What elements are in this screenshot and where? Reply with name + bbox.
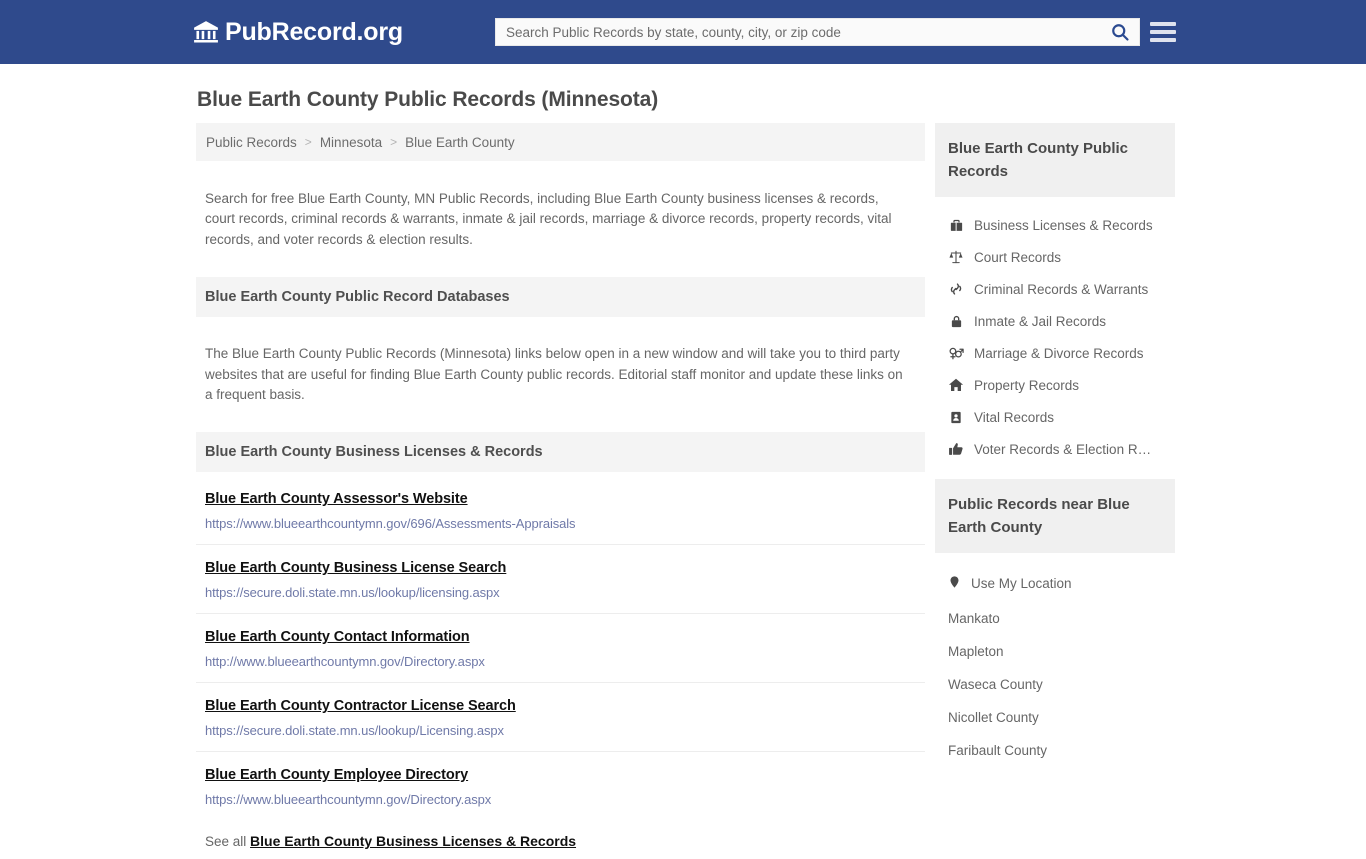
hamburger-bar — [1150, 22, 1176, 26]
list-item: Blue Earth County Employee Directory htt… — [196, 752, 925, 820]
record-link-url: https://www.blueearthcountymn.gov/Direct… — [205, 792, 492, 807]
sidebar-item-label: Vital Records — [974, 409, 1055, 425]
thumbs-up-icon — [948, 441, 964, 457]
sidebar-item-label: Business Licenses & Records — [974, 217, 1153, 233]
breadcrumb-item-blue-earth-county[interactable]: Blue Earth County — [405, 135, 515, 150]
breadcrumb: Public Records > Minnesota > Blue Earth … — [196, 123, 925, 161]
site-header: PubRecord.org — [0, 0, 1366, 64]
record-link-title[interactable]: Blue Earth County Assessor's Website — [205, 491, 468, 507]
use-my-location-label: Use My Location — [971, 576, 1072, 591]
sidebar-item-label: Marriage & Divorce Records — [974, 345, 1144, 361]
sidebar-near-box: Public Records near Blue Earth County Us… — [935, 479, 1175, 767]
sidebar-records-list: Business Licenses & Records Court Record… — [935, 197, 1175, 469]
record-link-url: https://secure.doli.state.mn.us/lookup/L… — [205, 723, 504, 738]
hamburger-menu-icon[interactable] — [1150, 19, 1176, 45]
bank-building-icon — [193, 19, 219, 45]
record-link-url: http://www.blueearthcountymn.gov/Directo… — [205, 654, 485, 669]
section-heading-business-licenses: Blue Earth County Business Licenses & Re… — [196, 432, 925, 472]
handcuffs-icon — [948, 281, 964, 297]
list-item: Blue Earth County Assessor's Website htt… — [196, 472, 925, 545]
record-link-title[interactable]: Blue Earth County Business License Searc… — [205, 560, 506, 576]
sidebar-item-label: Inmate & Jail Records — [974, 313, 1107, 329]
home-icon — [948, 377, 964, 393]
sidebar-item-inmate-jail-records[interactable]: Inmate & Jail Records — [935, 305, 1175, 337]
sidebar-near-list: Use My Location Mankato Mapleton Waseca … — [935, 553, 1175, 767]
see-all-row: See all Blue Earth County Business Licen… — [196, 820, 925, 859]
record-link-title[interactable]: Blue Earth County Contact Information — [205, 629, 470, 645]
list-item: Blue Earth County Contractor License Sea… — [196, 683, 925, 752]
breadcrumb-item-public-records[interactable]: Public Records — [206, 135, 297, 150]
sidebar-near-item-nicollet-county[interactable]: Nicollet County — [935, 701, 1175, 734]
use-my-location-button[interactable]: Use My Location — [935, 565, 1175, 602]
see-all-business-licenses-link[interactable]: Blue Earth County Business Licenses & Re… — [250, 833, 576, 849]
hamburger-bar — [1150, 30, 1176, 34]
site-search[interactable] — [495, 18, 1140, 46]
sidebar-item-label: Voter Records & Election R… — [974, 441, 1152, 457]
list-item: Blue Earth County Business License Searc… — [196, 545, 925, 614]
breadcrumb-item-minnesota[interactable]: Minnesota — [320, 135, 382, 150]
sidebar-item-court-records[interactable]: Court Records — [935, 241, 1175, 273]
sidebar-near-heading: Public Records near Blue Earth County — [935, 479, 1175, 553]
databases-paragraph: The Blue Earth County Public Records (Mi… — [205, 346, 903, 402]
sidebar-item-voter-records[interactable]: Voter Records & Election R… — [935, 433, 1175, 465]
site-logo-link[interactable]: PubRecord.org — [193, 19, 403, 45]
search-submit-button[interactable] — [1101, 19, 1139, 45]
sidebar-item-property-records[interactable]: Property Records — [935, 369, 1175, 401]
hamburger-bar — [1150, 38, 1176, 42]
record-link-title[interactable]: Blue Earth County Contractor License Sea… — [205, 698, 516, 714]
sidebar-records-heading: Blue Earth County Public Records — [935, 123, 1175, 197]
sidebar-near-item-faribault-county[interactable]: Faribault County — [935, 734, 1175, 767]
see-all-prefix: See all — [205, 834, 247, 849]
sidebar-near-item-waseca-county[interactable]: Waseca County — [935, 668, 1175, 701]
site-logo-text: PubRecord.org — [225, 17, 403, 46]
record-link-title[interactable]: Blue Earth County Employee Directory — [205, 767, 468, 783]
sidebar-item-vital-records[interactable]: Vital Records — [935, 401, 1175, 433]
section-heading-databases: Blue Earth County Public Record Database… — [196, 276, 925, 317]
sidebar-item-label: Criminal Records & Warrants — [974, 281, 1149, 297]
search-input[interactable] — [496, 19, 1101, 45]
record-link-url: https://www.blueearthcountymn.gov/696/As… — [205, 516, 576, 531]
briefcase-icon — [948, 217, 964, 233]
page-layout: Public Records > Minnesota > Blue Earth … — [0, 123, 1366, 859]
search-icon — [1112, 24, 1129, 41]
breadcrumb-separator-icon: > — [304, 135, 312, 149]
sidebar-near-item-mankato[interactable]: Mankato — [935, 602, 1175, 635]
main-content: Public Records > Minnesota > Blue Earth … — [196, 123, 925, 859]
page-title: Blue Earth County Public Records (Minnes… — [197, 88, 659, 111]
list-item: Blue Earth County Contact Information ht… — [196, 614, 925, 683]
sidebar-item-business-licenses[interactable]: Business Licenses & Records — [935, 209, 1175, 241]
balance-scale-icon — [948, 249, 964, 265]
sidebar-item-criminal-records[interactable]: Criminal Records & Warrants — [935, 273, 1175, 305]
sidebar-item-marriage-divorce-records[interactable]: Marriage & Divorce Records — [935, 337, 1175, 369]
record-link-url: https://secure.doli.state.mn.us/lookup/l… — [205, 585, 500, 600]
map-pin-icon — [948, 574, 961, 593]
sidebar-item-label: Property Records — [974, 377, 1080, 393]
intro-paragraph: Search for free Blue Earth County, MN Pu… — [205, 190, 892, 247]
venus-mars-icon — [948, 345, 964, 361]
sidebar-near-item-mapleton[interactable]: Mapleton — [935, 635, 1175, 668]
id-card-icon — [948, 409, 964, 425]
lock-icon — [948, 313, 964, 329]
sidebar-records-box: Blue Earth County Public Records Busines… — [935, 123, 1175, 469]
sidebar: Blue Earth County Public Records Busines… — [935, 123, 1175, 859]
breadcrumb-separator-icon: > — [390, 135, 398, 149]
sidebar-item-label: Court Records — [974, 249, 1062, 265]
